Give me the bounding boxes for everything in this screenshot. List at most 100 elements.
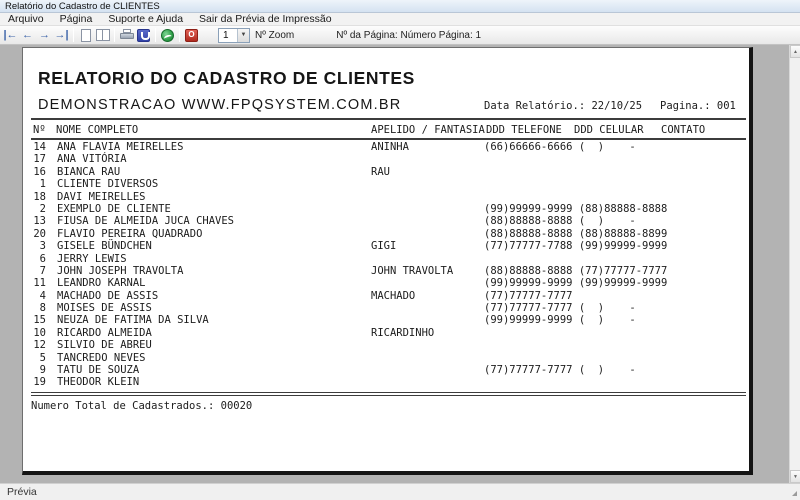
toolbar-separator [114, 28, 115, 42]
single-page-icon [80, 28, 91, 42]
cell-name: MOISES DE ASSIS [57, 302, 152, 315]
table-row: 5 TANCREDO NEVES [23, 352, 754, 364]
previous-page-icon: ← [22, 28, 33, 41]
cell-nickname: RAU [371, 165, 390, 178]
table-row: 11 LEANDRO KARNAL (99)99999-9999 (99)99999… [23, 277, 754, 289]
table-row: 20 FLAVIO PEREIRA QUADRADO (88)88888-8888 … [23, 228, 754, 240]
table-row: 15 NEUZA DE FATIMA DA SILVA (99)99999-9999… [23, 314, 754, 326]
toolbar: |← ← → →| O 1 ▼ Nº Zoom Nº da Página: Nú… [0, 26, 800, 45]
preview-area: RELATORIO DO CADASTRO DE CLIENTES DEMONS… [0, 45, 800, 483]
toolbar-separator [73, 28, 74, 42]
page-info-label: Nº da Página: Número Página: 1 [336, 29, 482, 41]
report-footer: Numero Total de Cadastrados.: 00020 [31, 400, 253, 412]
table-row: 19 THEODOR KLEIN [23, 376, 754, 388]
menu-pagina[interactable]: Página [52, 13, 101, 26]
cell-number: 16 [33, 165, 46, 178]
cell-number: 3 [39, 240, 46, 253]
print-setup-icon [137, 28, 150, 42]
exit-icon: O [185, 28, 198, 42]
report-page-number: Pagina.: 001 [660, 100, 736, 112]
status-text: Prévia [7, 486, 37, 498]
print-setup-button[interactable] [135, 27, 152, 43]
cell-phones: (99)99999-9999 (99)99999-9999 [484, 277, 668, 290]
cell-name: TANCREDO NEVES [57, 351, 146, 364]
toolbar-separator [179, 28, 180, 42]
column-header-celular: DDD CELULAR [574, 124, 644, 136]
cell-name: RICARDO ALMEIDA [57, 326, 152, 339]
scroll-down-icon[interactable]: ▼ [790, 470, 800, 483]
zoom-label: Nº Zoom [255, 29, 295, 41]
cell-nickname: ANINHA [371, 141, 409, 153]
cell-phones: (77)77777-7777 ( ) - [484, 364, 636, 377]
column-header-telefone: DDD TELEFONE [486, 124, 562, 136]
table-row: 10 RICARDO ALMEIDA RICARDINHO [23, 327, 754, 339]
window-title: Relatório do Cadastro de CLIENTES [5, 0, 160, 12]
cell-phones: (88)88888-8888 (77)77777-7777 [484, 264, 668, 277]
cell-name: FIUSA DE ALMEIDA JUCA CHAVES [57, 215, 235, 228]
table-row: 3 GISELE BÜNDCHEN GIGI (77)77777-7788 (99)9… [23, 240, 754, 252]
export-button[interactable] [159, 27, 176, 43]
cell-number: 18 [33, 190, 46, 203]
table-header: Nº NOME COMPLETO APELIDO / FANTASIA DDD … [23, 124, 754, 137]
cell-name: SILVIO DE ABREU [57, 339, 152, 352]
vertical-scrollbar[interactable]: ▲ ▼ [789, 45, 800, 483]
cell-number: 2 [39, 202, 46, 215]
cell-number: 19 [33, 376, 46, 389]
print-button[interactable] [118, 27, 135, 43]
two-page-icon [95, 29, 110, 41]
cell-number: 17 [33, 153, 46, 166]
cell-phones: (88)88888-8888 ( ) - [484, 215, 636, 228]
cell-name: LEANDRO KARNAL [57, 277, 146, 290]
cell-number: 15 [33, 314, 46, 327]
report-date: Data Relatório.: 22/10/25 [484, 100, 643, 112]
cell-name: BIANCA RAU [57, 165, 121, 178]
next-page-button[interactable]: → [36, 27, 53, 43]
table-row: 17 ANA VITÓRIA [23, 153, 754, 165]
zoom-select[interactable]: 1 ▼ [218, 27, 250, 43]
cell-nickname: GIGI [371, 240, 397, 253]
column-header-contato: CONTATO [661, 124, 706, 136]
report-rows: 14 ANA FLAVIA MEIRELLES ANINHA (66)66666-66… [23, 141, 754, 389]
zoom-value: 1 [223, 29, 229, 41]
menu-suporte-ajuda[interactable]: Suporte e Ajuda [100, 13, 191, 26]
cell-number: 11 [33, 277, 46, 290]
chevron-down-icon[interactable]: ▼ [237, 28, 249, 42]
cell-name: ANA FLAVIA MEIRELLES [57, 141, 184, 153]
single-page-view-button[interactable] [77, 27, 94, 43]
cell-name: JERRY LEWIS [57, 252, 127, 265]
cell-number: 20 [33, 227, 46, 240]
exit-preview-button[interactable]: O [183, 27, 200, 43]
last-page-button[interactable]: →| [53, 27, 70, 43]
cell-name: THEODOR KLEIN [57, 376, 140, 389]
report-title: RELATORIO DO CADASTRO DE CLIENTES [38, 68, 415, 88]
cell-number: 1 [39, 178, 46, 191]
cell-number: 13 [33, 215, 46, 228]
column-header-apelido: APELIDO / FANTASIA [371, 124, 485, 136]
table-row: 6 JERRY LEWIS [23, 253, 754, 265]
first-page-icon: |← [3, 28, 18, 41]
status-bar: Prévia [0, 483, 800, 500]
report-page: RELATORIO DO CADASTRO DE CLIENTES DEMONS… [22, 47, 753, 475]
cell-phones: (77)77777-7777 ( ) - [484, 302, 636, 315]
cell-phones: (99)99999-9999 (88)88888-8888 [484, 202, 668, 215]
cell-phones: (77)77777-7788 (99)99999-9999 [484, 240, 668, 253]
menu-sair-previa[interactable]: Sair da Prévia de Impressão [191, 13, 339, 26]
cell-name: TATU DE SOUZA [57, 364, 140, 377]
cell-phones: (99)99999-9999 ( ) - [484, 314, 636, 327]
scroll-up-icon[interactable]: ▲ [790, 45, 800, 58]
table-row: 16 BIANCA RAU RAU [23, 166, 754, 178]
last-page-icon: →| [54, 28, 69, 41]
menu-arquivo[interactable]: Arquivo [0, 13, 52, 26]
previous-page-button[interactable]: ← [19, 27, 36, 43]
first-page-button[interactable]: |← [2, 27, 19, 43]
column-header-num: Nº [33, 124, 46, 136]
two-page-view-button[interactable] [94, 27, 111, 43]
cell-nickname: JOHN TRAVOLTA [371, 264, 454, 277]
cell-phones: (77)77777-7777 [484, 289, 579, 302]
cell-name: DAVI MEIRELLES [57, 190, 146, 203]
total-divider [31, 392, 746, 396]
menu-bar: Arquivo Página Suporte e Ajuda Sair da P… [0, 13, 800, 26]
cell-name: CLIENTE DIVERSOS [57, 178, 159, 191]
table-row: 13 FIUSA DE ALMEIDA JUCA CHAVES (88)88888-… [23, 215, 754, 227]
cell-number: 7 [39, 264, 46, 277]
